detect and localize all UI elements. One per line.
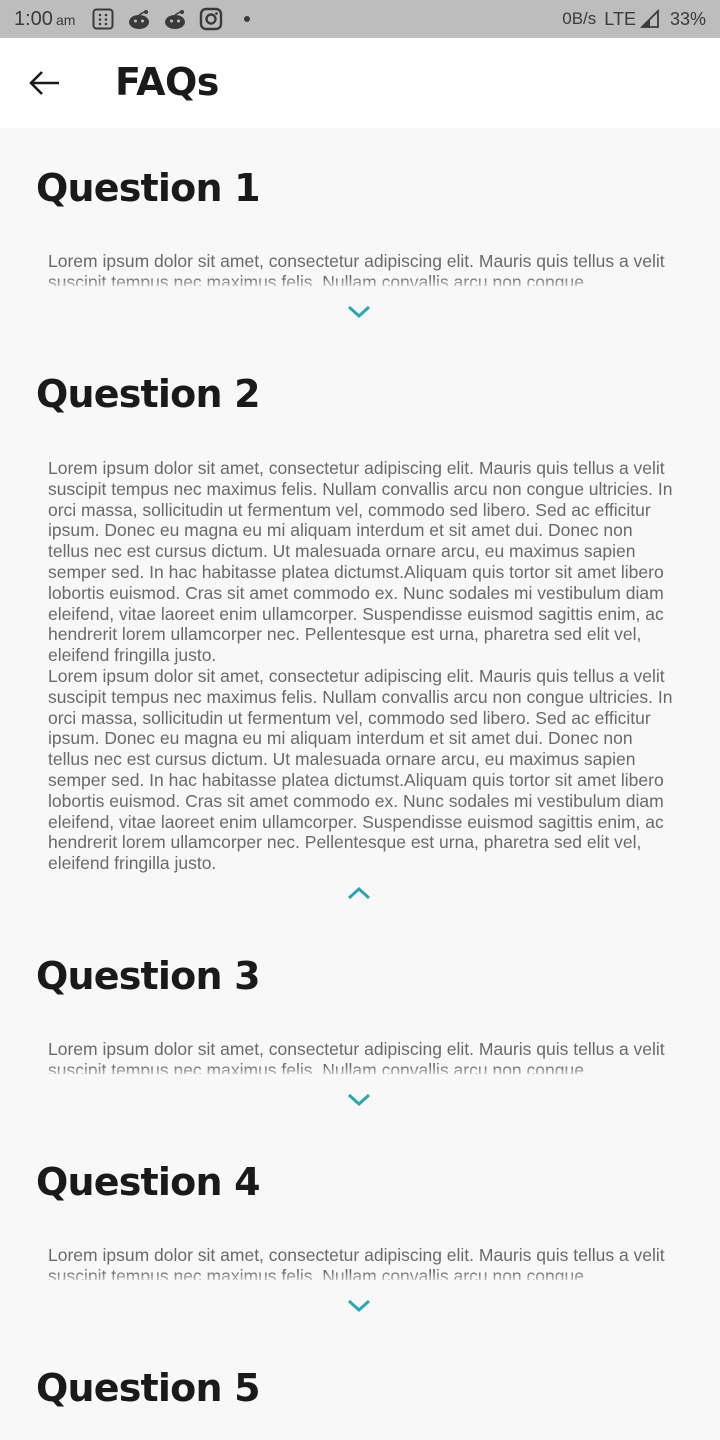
network-type: LTE	[604, 8, 636, 29]
dot-icon	[235, 7, 259, 31]
chevron-up-icon	[347, 886, 371, 900]
back-button[interactable]	[28, 68, 62, 98]
arrow-left-icon	[29, 71, 59, 95]
notification-icons	[91, 7, 259, 31]
net-speed: 0B/s	[562, 9, 597, 28]
faq-question[interactable]: Question 2	[36, 372, 261, 416]
collapse-button[interactable]	[344, 883, 374, 903]
faq-answer: Lorem ipsum dolor sit amet, consectetur …	[48, 251, 676, 286]
expand-button[interactable]	[344, 1296, 374, 1316]
status-right: 0B/s LTE 33%	[562, 7, 706, 31]
calculator-icon	[91, 7, 115, 31]
faq-answer: Lorem ipsum dolor sit amet, consectetur …	[48, 458, 673, 874]
instagram-icon	[199, 7, 223, 31]
status-bar: 1:00 am 0B/s LTE 33%	[0, 0, 720, 38]
chevron-down-icon	[347, 1299, 371, 1313]
status-ampm: am	[55, 11, 76, 28]
status-time-value: 1:00	[14, 7, 53, 30]
status-time: 1:00 am	[14, 8, 75, 31]
chevron-down-icon	[347, 305, 371, 319]
faq-question[interactable]: Question 4	[36, 1160, 261, 1204]
faq-question[interactable]: Question 3	[36, 954, 261, 998]
chevron-down-icon	[347, 1093, 371, 1107]
app-bar: FAQs	[0, 38, 720, 128]
faq-question[interactable]: Question 5	[36, 1366, 261, 1410]
reddit-icon	[127, 7, 151, 31]
faq-answer: Lorem ipsum dolor sit amet, consectetur …	[48, 1245, 676, 1280]
signal-icon	[638, 7, 662, 31]
reddit-icon-2	[163, 7, 187, 31]
battery-percent: 33%	[669, 8, 706, 29]
page-title: FAQs	[115, 60, 219, 104]
faq-answer: Lorem ipsum dolor sit amet, consectetur …	[48, 1039, 676, 1074]
faq-question[interactable]: Question 1	[36, 166, 261, 210]
expand-button[interactable]	[344, 302, 374, 322]
expand-button[interactable]	[344, 1090, 374, 1110]
